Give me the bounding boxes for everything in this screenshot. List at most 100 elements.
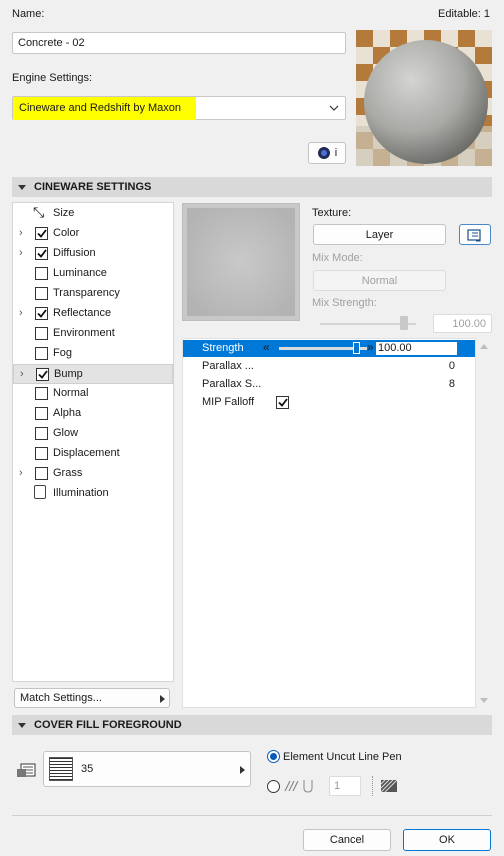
property-row[interactable]: Parallax S... 8	[183, 375, 475, 393]
channel-checkbox[interactable]	[35, 307, 48, 320]
hatch-icon	[380, 779, 398, 793]
strength-row[interactable]: Strength « » 100.00	[183, 340, 475, 357]
fill-pattern-icon	[17, 763, 36, 777]
expand-chevron-icon[interactable]: ›	[19, 307, 23, 319]
strength-input[interactable]: 100.00	[376, 342, 457, 355]
expand-chevron-icon[interactable]: ›	[20, 368, 24, 380]
channel-checkbox[interactable]	[35, 227, 48, 240]
strength-label: Strength	[202, 342, 244, 354]
slider-left-arrow-icon[interactable]: «	[263, 340, 270, 354]
cancel-button[interactable]: Cancel	[303, 829, 391, 851]
expand-chevron-icon[interactable]: ›	[19, 227, 23, 239]
channel-label: Color	[53, 227, 80, 239]
pen-radio-selected[interactable]	[267, 750, 280, 763]
scroll-down-icon[interactable]	[479, 697, 489, 705]
channel-item[interactable]: Alpha	[13, 404, 173, 424]
strength-thumb[interactable]	[353, 342, 361, 354]
channel-label: Size	[53, 207, 75, 219]
ok-button[interactable]: OK	[403, 829, 491, 851]
channel-checkbox[interactable]	[35, 327, 48, 340]
fill-type-select[interactable]: 35	[43, 751, 251, 787]
match-settings-button[interactable]: Match Settings...	[14, 688, 170, 708]
property-row[interactable]: Parallax ... 0	[183, 357, 475, 375]
channel-item[interactable]: Displacement	[13, 444, 173, 464]
channel-item[interactable]: Fog	[13, 344, 173, 364]
channel-checkbox[interactable]	[35, 447, 48, 460]
channel-item[interactable]: Environment	[13, 324, 173, 344]
channel-label: Glow	[53, 427, 79, 439]
strength-slider[interactable]	[279, 342, 367, 354]
chevron-right-icon	[240, 766, 245, 774]
load-texture-icon	[467, 228, 481, 241]
channel-item[interactable]: ⤡ Size	[13, 204, 173, 224]
name-label: Name:	[12, 8, 45, 20]
expand-chevron-icon[interactable]: ›	[19, 247, 23, 259]
mix-mode-select[interactable]: Normal	[313, 270, 446, 291]
mix-strength-slider[interactable]	[320, 316, 416, 330]
renderer-info-button[interactable]: i	[308, 142, 346, 164]
channel-item[interactable]: › Diffusion	[13, 244, 173, 264]
slider-right-arrow-icon[interactable]: »	[367, 340, 374, 354]
mix-strength-thumb[interactable]	[399, 316, 408, 330]
channel-checkbox[interactable]	[35, 347, 48, 360]
channel-item[interactable]: Illumination	[13, 484, 173, 504]
channel-checkbox[interactable]	[35, 247, 48, 260]
texture-thumbnail[interactable]	[182, 203, 300, 321]
mip-falloff-row[interactable]: MIP Falloff	[183, 393, 475, 411]
channel-checkbox[interactable]	[35, 287, 48, 300]
channel-list: ⤡ Size › Color › Diffusion Luminance Transparen…	[12, 202, 174, 682]
property-value[interactable]: 0	[449, 360, 455, 372]
channel-label: Grass	[53, 467, 83, 479]
channel-item[interactable]: › Bump	[13, 364, 173, 384]
scroll-up-icon[interactable]	[479, 342, 489, 350]
property-value[interactable]: 8	[449, 378, 455, 390]
cineware-settings-header[interactable]: CINEWARE SETTINGS	[12, 177, 492, 197]
channel-item[interactable]: Luminance	[13, 264, 173, 284]
channel-label: Environment	[53, 327, 115, 339]
material-preview	[356, 30, 492, 166]
pen-label: Element Uncut Line Pen	[283, 751, 402, 763]
property-table: Strength « » 100.00 Parallax ... 0 Paralla…	[182, 338, 476, 708]
match-settings-label: Match Settings...	[20, 692, 102, 704]
pen-number-input[interactable]: 1	[329, 776, 361, 796]
footer-divider	[12, 815, 492, 816]
mip-falloff-label: MIP Falloff	[202, 396, 255, 408]
mix-strength-label: Mix Strength:	[312, 297, 377, 309]
cover-fill-header[interactable]: COVER FILL FOREGROUND	[12, 715, 492, 735]
channel-label: Transparency	[53, 287, 120, 299]
fill-value: 35	[81, 763, 94, 775]
engine-value: Cineware and Redshift by Maxon	[19, 102, 182, 114]
channel-checkbox[interactable]	[35, 387, 48, 400]
engine-select[interactable]: Cineware and Redshift by Maxon	[12, 96, 346, 120]
property-label: Parallax S...	[202, 378, 262, 390]
texture-browse-button[interactable]	[459, 224, 491, 245]
channel-label: Fog	[53, 347, 72, 359]
check-icon	[37, 370, 48, 379]
channel-checkbox[interactable]	[35, 467, 48, 480]
channel-checkbox[interactable]	[36, 368, 49, 381]
info-label: i	[334, 147, 338, 159]
hatch-pen-icon	[284, 780, 313, 793]
mix-strength-input[interactable]: 100.00	[433, 314, 492, 333]
channel-item[interactable]: › Grass	[13, 464, 173, 484]
channel-item[interactable]: Glow	[13, 424, 173, 444]
name-input[interactable]: Concrete - 02	[12, 32, 346, 54]
channel-checkbox[interactable]	[35, 427, 48, 440]
channel-item[interactable]: › Reflectance	[13, 304, 173, 324]
pen-radio-custom[interactable]	[267, 780, 280, 793]
channel-label: Normal	[53, 387, 89, 399]
channel-item[interactable]: › Color	[13, 224, 173, 244]
channel-checkbox[interactable]	[35, 267, 48, 280]
channel-label: Displacement	[53, 447, 120, 459]
channel-label: Diffusion	[53, 247, 96, 259]
layer-button[interactable]: Layer	[313, 224, 446, 245]
chevron-down-icon	[329, 105, 339, 111]
channel-item[interactable]: Normal	[13, 384, 173, 404]
mip-falloff-checkbox[interactable]	[276, 396, 289, 409]
channel-item[interactable]: Transparency	[13, 284, 173, 304]
check-icon	[277, 398, 288, 407]
channel-checkbox[interactable]	[35, 407, 48, 420]
expand-chevron-icon[interactable]: ›	[19, 467, 23, 479]
pen-pattern-select[interactable]	[372, 776, 404, 796]
check-icon	[36, 249, 47, 258]
